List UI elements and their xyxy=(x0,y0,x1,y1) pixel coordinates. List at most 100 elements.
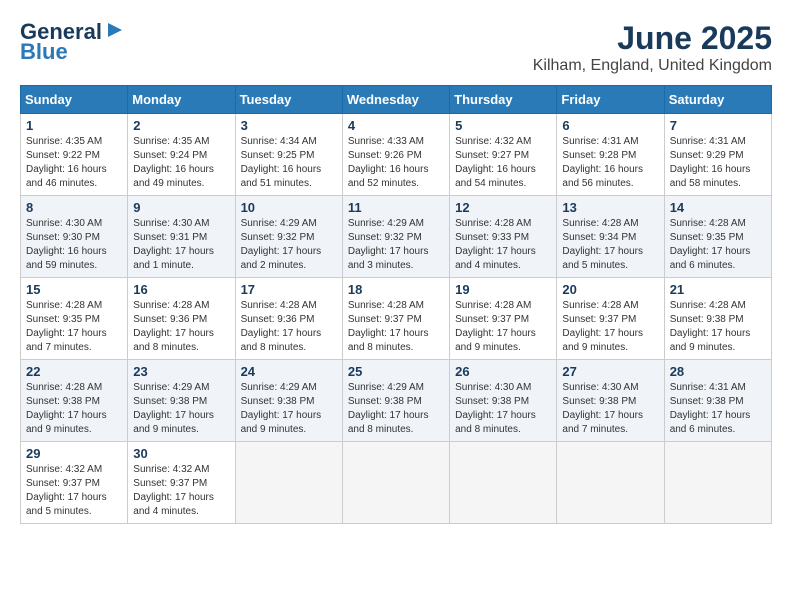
day-number: 10 xyxy=(241,200,337,215)
header-wednesday: Wednesday xyxy=(342,86,449,114)
calendar-cell: 4 Sunrise: 4:33 AM Sunset: 9:26 PM Daylig… xyxy=(342,114,449,196)
day-number: 8 xyxy=(26,200,122,215)
header: General Blue June 2025 Kilham, England, … xyxy=(20,20,772,75)
header-tuesday: Tuesday xyxy=(235,86,342,114)
day-number: 17 xyxy=(241,282,337,297)
day-number: 21 xyxy=(670,282,766,297)
day-number: 6 xyxy=(562,118,658,133)
calendar-cell: 14Sunrise: 4:28 AM Sunset: 9:35 PM Dayli… xyxy=(664,196,771,278)
calendar-cell: 20 Sunrise: 4:28 AM Sunset: 9:37 PM Dayli… xyxy=(557,278,664,360)
calendar-cell: 6 Sunrise: 4:31 AM Sunset: 9:28 PM Daylig… xyxy=(557,114,664,196)
day-number: 7 xyxy=(670,118,766,133)
calendar-cell: 24 Sunrise: 4:29 AM Sunset: 9:38 PM Dayli… xyxy=(235,360,342,442)
calendar-cell: 28Sunrise: 4:31 AM Sunset: 9:38 PM Dayli… xyxy=(664,360,771,442)
calendar-cell: 29 Sunrise: 4:32 AM Sunset: 9:37 PM Dayli… xyxy=(21,442,128,524)
calendar-week-row: 22 Sunrise: 4:28 AM Sunset: 9:38 PM Dayli… xyxy=(21,360,772,442)
calendar-header-row: SundayMondayTuesdayWednesdayThursdayFrid… xyxy=(21,86,772,114)
day-info: Sunrise: 4:28 AM Sunset: 9:38 PM Dayligh… xyxy=(26,381,122,437)
day-info: Sunrise: 4:30 AM Sunset: 9:30 PM Dayligh… xyxy=(26,217,122,273)
day-info: Sunrise: 4:31 AM Sunset: 9:28 PM Dayligh… xyxy=(562,135,658,191)
header-sunday: Sunday xyxy=(21,86,128,114)
day-info: Sunrise: 4:28 AM Sunset: 9:38 PM Dayligh… xyxy=(670,299,766,355)
calendar-cell: 3 Sunrise: 4:34 AM Sunset: 9:25 PM Daylig… xyxy=(235,114,342,196)
day-info: Sunrise: 4:34 AM Sunset: 9:25 PM Dayligh… xyxy=(241,135,337,191)
day-number: 13 xyxy=(562,200,658,215)
calendar-cell: 21 Sunrise: 4:28 AM Sunset: 9:38 PM Dayli… xyxy=(664,278,771,360)
calendar-week-row: 29 Sunrise: 4:32 AM Sunset: 9:37 PM Dayli… xyxy=(21,442,772,524)
day-number: 14 xyxy=(670,200,766,215)
calendar-week-row: 1 Sunrise: 4:35 AM Sunset: 9:22 PM Daylig… xyxy=(21,114,772,196)
logo: General Blue xyxy=(20,20,126,64)
calendar-cell: 27 Sunrise: 4:30 AM Sunset: 9:38 PM Dayli… xyxy=(557,360,664,442)
day-info: Sunrise: 4:28 AM Sunset: 9:36 PM Dayligh… xyxy=(133,299,229,355)
day-info: Sunrise: 4:32 AM Sunset: 9:37 PM Dayligh… xyxy=(26,463,122,519)
day-number: 26 xyxy=(455,364,551,379)
calendar-cell: 23 Sunrise: 4:29 AM Sunset: 9:38 PM Dayli… xyxy=(128,360,235,442)
day-info: Sunrise: 4:29 AM Sunset: 9:38 PM Dayligh… xyxy=(133,381,229,437)
day-info: Sunrise: 4:28 AM Sunset: 9:33 PM Dayligh… xyxy=(455,217,551,273)
location: Kilham, England, United Kingdom xyxy=(533,57,772,75)
logo-arrow-icon xyxy=(104,19,126,41)
calendar-cell: 9 Sunrise: 4:30 AM Sunset: 9:31 PM Daylig… xyxy=(128,196,235,278)
day-info: Sunrise: 4:28 AM Sunset: 9:37 PM Dayligh… xyxy=(562,299,658,355)
day-number: 27 xyxy=(562,364,658,379)
day-info: Sunrise: 4:28 AM Sunset: 9:36 PM Dayligh… xyxy=(241,299,337,355)
calendar-cell xyxy=(664,442,771,524)
calendar-cell xyxy=(557,442,664,524)
calendar-cell: 13 Sunrise: 4:28 AM Sunset: 9:34 PM Dayli… xyxy=(557,196,664,278)
day-info: Sunrise: 4:35 AM Sunset: 9:22 PM Dayligh… xyxy=(26,135,122,191)
calendar-cell: 30 Sunrise: 4:32 AM Sunset: 9:37 PM Dayli… xyxy=(128,442,235,524)
calendar-cell: 18 Sunrise: 4:28 AM Sunset: 9:37 PM Dayli… xyxy=(342,278,449,360)
day-number: 9 xyxy=(133,200,229,215)
header-thursday: Thursday xyxy=(450,86,557,114)
day-info: Sunrise: 4:35 AM Sunset: 9:24 PM Dayligh… xyxy=(133,135,229,191)
day-number: 22 xyxy=(26,364,122,379)
calendar-cell: 2 Sunrise: 4:35 AM Sunset: 9:24 PM Daylig… xyxy=(128,114,235,196)
day-info: Sunrise: 4:29 AM Sunset: 9:32 PM Dayligh… xyxy=(241,217,337,273)
day-info: Sunrise: 4:33 AM Sunset: 9:26 PM Dayligh… xyxy=(348,135,444,191)
day-info: Sunrise: 4:28 AM Sunset: 9:35 PM Dayligh… xyxy=(26,299,122,355)
day-number: 23 xyxy=(133,364,229,379)
day-info: Sunrise: 4:29 AM Sunset: 9:32 PM Dayligh… xyxy=(348,217,444,273)
day-number: 19 xyxy=(455,282,551,297)
day-info: Sunrise: 4:30 AM Sunset: 9:38 PM Dayligh… xyxy=(562,381,658,437)
calendar-cell: 7Sunrise: 4:31 AM Sunset: 9:29 PM Daylig… xyxy=(664,114,771,196)
calendar-cell: 5Sunrise: 4:32 AM Sunset: 9:27 PM Daylig… xyxy=(450,114,557,196)
day-info: Sunrise: 4:28 AM Sunset: 9:34 PM Dayligh… xyxy=(562,217,658,273)
day-number: 24 xyxy=(241,364,337,379)
day-info: Sunrise: 4:28 AM Sunset: 9:37 PM Dayligh… xyxy=(348,299,444,355)
calendar-cell: 19Sunrise: 4:28 AM Sunset: 9:37 PM Dayli… xyxy=(450,278,557,360)
day-info: Sunrise: 4:29 AM Sunset: 9:38 PM Dayligh… xyxy=(241,381,337,437)
day-number: 29 xyxy=(26,446,122,461)
day-info: Sunrise: 4:29 AM Sunset: 9:38 PM Dayligh… xyxy=(348,381,444,437)
day-number: 2 xyxy=(133,118,229,133)
calendar-cell: 22 Sunrise: 4:28 AM Sunset: 9:38 PM Dayli… xyxy=(21,360,128,442)
month-title: June 2025 xyxy=(533,20,772,57)
day-info: Sunrise: 4:31 AM Sunset: 9:38 PM Dayligh… xyxy=(670,381,766,437)
calendar-cell: 11Sunrise: 4:29 AM Sunset: 9:32 PM Dayli… xyxy=(342,196,449,278)
day-number: 4 xyxy=(348,118,444,133)
calendar-cell: 17 Sunrise: 4:28 AM Sunset: 9:36 PM Dayli… xyxy=(235,278,342,360)
day-info: Sunrise: 4:30 AM Sunset: 9:31 PM Dayligh… xyxy=(133,217,229,273)
day-number: 5 xyxy=(455,118,551,133)
day-number: 18 xyxy=(348,282,444,297)
calendar-cell xyxy=(342,442,449,524)
day-number: 12 xyxy=(455,200,551,215)
calendar-cell: 15 Sunrise: 4:28 AM Sunset: 9:35 PM Dayli… xyxy=(21,278,128,360)
day-number: 1 xyxy=(26,118,122,133)
calendar-cell xyxy=(450,442,557,524)
calendar-cell: 25Sunrise: 4:29 AM Sunset: 9:38 PM Dayli… xyxy=(342,360,449,442)
day-number: 15 xyxy=(26,282,122,297)
day-info: Sunrise: 4:32 AM Sunset: 9:37 PM Dayligh… xyxy=(133,463,229,519)
header-monday: Monday xyxy=(128,86,235,114)
day-number: 16 xyxy=(133,282,229,297)
day-number: 30 xyxy=(133,446,229,461)
calendar-cell: 1 Sunrise: 4:35 AM Sunset: 9:22 PM Daylig… xyxy=(21,114,128,196)
day-number: 3 xyxy=(241,118,337,133)
header-saturday: Saturday xyxy=(664,86,771,114)
logo-blue-text: Blue xyxy=(20,40,68,64)
day-number: 20 xyxy=(562,282,658,297)
calendar-cell xyxy=(235,442,342,524)
title-area: June 2025 Kilham, England, United Kingdo… xyxy=(533,20,772,75)
calendar-cell: 16 Sunrise: 4:28 AM Sunset: 9:36 PM Dayli… xyxy=(128,278,235,360)
